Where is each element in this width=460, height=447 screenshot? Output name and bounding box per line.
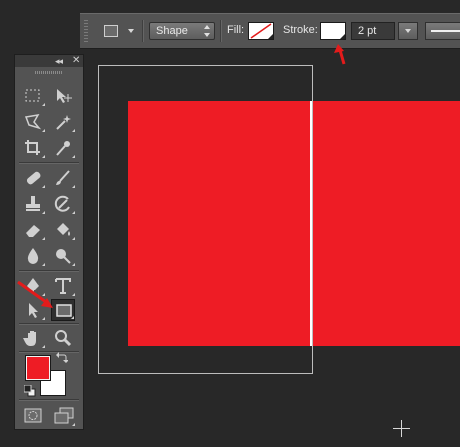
stroke-label: Stroke: [283, 24, 318, 36]
annotation-arrow-icon [17, 280, 53, 308]
collapse-panel-icon[interactable]: ◂◂ [55, 55, 63, 67]
solid-line-icon [431, 30, 460, 32]
tools-panel: ◂◂ ✕ [14, 54, 84, 430]
chevron-down-icon [405, 29, 411, 33]
stroke-swatch[interactable] [320, 22, 346, 40]
marquee-icon [25, 89, 40, 102]
zoom-tool[interactable] [51, 327, 75, 349]
crop-tool[interactable] [21, 137, 45, 159]
crosshair-cursor-icon [401, 420, 402, 437]
stroke-width-input[interactable]: 2 pt [351, 22, 395, 40]
preset-caret-icon[interactable] [128, 29, 134, 33]
history-brush-tool[interactable] [51, 193, 75, 215]
drop-icon [27, 248, 39, 264]
paint-bucket-icon [57, 223, 70, 236]
magic-wand-icon [56, 115, 71, 130]
swatch-caret-icon [268, 34, 273, 39]
stroke-width-value: 2 pt [358, 25, 377, 37]
history-brush-icon [54, 195, 70, 212]
quick-mask-button[interactable] [21, 405, 45, 427]
eraser-icon [26, 225, 40, 237]
annotation-arrow-icon [334, 44, 346, 65]
brush-icon [56, 170, 70, 185]
type-icon [55, 278, 71, 294]
divider [19, 351, 79, 352]
hand-tool[interactable] [21, 327, 45, 349]
dodge-tool[interactable] [51, 245, 75, 267]
magic-wand-tool[interactable] [51, 111, 75, 133]
rectangular-marquee-tool[interactable] [21, 85, 45, 107]
rectangle-tool-preset-icon[interactable] [104, 25, 118, 37]
shape-mode-dropdown[interactable]: Shape [149, 22, 215, 40]
bandage-icon [26, 171, 41, 185]
crop-icon [25, 140, 40, 155]
divider [19, 162, 79, 163]
shape-mode-value: Shape [156, 25, 188, 37]
divider [19, 323, 79, 324]
blur-tool[interactable] [21, 245, 45, 267]
clone-stamp-tool[interactable] [21, 193, 45, 215]
polygonal-lasso-icon [24, 114, 42, 130]
panel-grip[interactable] [35, 71, 63, 74]
move-icon [57, 89, 72, 103]
quick-mask-icon [24, 408, 42, 423]
spot-healing-brush-tool[interactable] [21, 167, 45, 189]
zoom-icon [55, 330, 72, 347]
paint-bucket-tool[interactable] [51, 219, 75, 241]
updown-arrows-icon [204, 25, 211, 37]
stamp-icon [26, 196, 40, 211]
swatch-caret-icon [340, 34, 345, 39]
swap-colors-icon[interactable] [56, 351, 68, 363]
divider [19, 399, 79, 400]
options-bar: Shape Fill: Stroke: 2 pt [80, 13, 460, 49]
foreground-color-swatch[interactable] [26, 356, 50, 380]
hand-icon [23, 331, 36, 346]
divider [19, 270, 79, 271]
dodge-icon [56, 249, 71, 264]
fill-swatch[interactable] [248, 22, 274, 40]
eyedropper-tool[interactable] [51, 137, 75, 159]
brush-tool[interactable] [51, 167, 75, 189]
screen-mode-button[interactable] [51, 405, 75, 427]
fill-label: Fill: [227, 24, 245, 36]
panel-header[interactable]: ◂◂ ✕ [15, 55, 83, 67]
lasso-tool[interactable] [21, 111, 45, 133]
default-colors-icon[interactable] [24, 385, 36, 397]
document-boundary [98, 65, 313, 374]
eyedropper-icon [56, 141, 70, 156]
stroke-type-dropdown[interactable] [425, 22, 460, 40]
separator [142, 20, 143, 42]
close-panel-icon[interactable]: ✕ [72, 55, 80, 67]
separator [220, 20, 221, 42]
move-tool[interactable] [51, 85, 75, 107]
eraser-tool[interactable] [21, 219, 45, 241]
stroke-width-dropdown-button[interactable] [398, 22, 418, 40]
options-bar-grip[interactable] [84, 20, 88, 42]
